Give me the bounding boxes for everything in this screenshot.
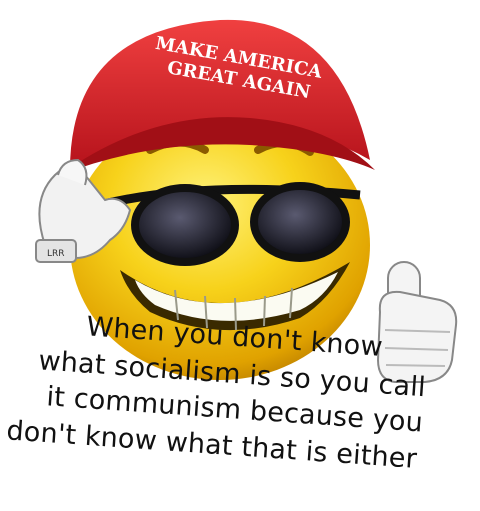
glove-tag: LRR: [47, 249, 65, 259]
